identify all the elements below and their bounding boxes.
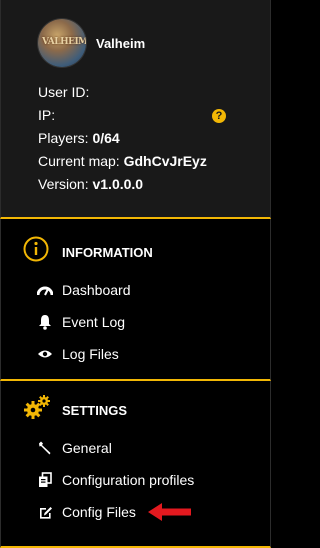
nav-config-files[interactable]: Config Files: [37, 502, 136, 522]
nav-log-files[interactable]: Log Files: [37, 344, 119, 364]
nav-configuration-profiles-label: Configuration profiles: [62, 472, 195, 488]
nav-dashboard[interactable]: Dashboard: [37, 280, 131, 300]
server-logo: VALHEIM: [42, 37, 86, 47]
ip-label: IP:: [38, 107, 56, 123]
nav-dashboard-label: Dashboard: [62, 282, 131, 298]
current-map-label: Current map:: [38, 153, 120, 169]
gauge-icon: [37, 282, 53, 298]
settings-header: [23, 394, 51, 425]
nav-general[interactable]: General: [37, 438, 112, 458]
eye-icon: [37, 346, 53, 362]
wrench-icon: [37, 440, 53, 456]
help-icon[interactable]: ?: [212, 109, 226, 123]
info-circle-icon: [23, 236, 49, 267]
version-value: v1.0.0.0: [92, 176, 144, 192]
players-row: Players: 0/64: [38, 130, 120, 146]
settings-section: SETTINGS General Configuration profiles: [0, 381, 271, 548]
version-label: Version:: [38, 176, 89, 192]
information-title: INFORMATION: [62, 245, 153, 260]
information-header: [23, 236, 49, 267]
players-value: 0/64: [92, 130, 120, 146]
nav-configuration-profiles[interactable]: Configuration profiles: [37, 470, 194, 490]
nav-event-log[interactable]: Event Log: [37, 312, 125, 332]
ip-row: IP:: [38, 107, 55, 123]
nav-general-label: General: [62, 440, 112, 456]
copy-icon: [37, 472, 53, 488]
settings-title: SETTINGS: [62, 403, 128, 418]
side-panel: VALHEIM Valheim User ID: IP: ? Players: …: [0, 0, 273, 548]
user-id-row: User ID:: [38, 84, 89, 100]
annotation-arrow-icon: [148, 503, 191, 521]
information-section: INFORMATION Dashboard Event Log Log File…: [0, 219, 271, 381]
bell-icon: [37, 314, 53, 330]
version-row: Version: v1.0.0.0: [38, 176, 143, 192]
nav-config-files-label: Config Files: [62, 504, 136, 520]
edit-icon: [37, 504, 53, 520]
current-map-value: GdhCvJrEyz: [123, 153, 207, 169]
server-card: VALHEIM Valheim User ID: IP: ? Players: …: [0, 0, 271, 219]
players-label: Players:: [38, 130, 89, 146]
current-map-row: Current map: GdhCvJrEyz: [38, 153, 207, 169]
nav-event-log-label: Event Log: [62, 314, 126, 330]
server-name: Valheim: [96, 36, 146, 51]
server-avatar: VALHEIM: [38, 19, 86, 67]
cogs-icon: [23, 394, 51, 425]
nav-log-files-label: Log Files: [62, 346, 119, 362]
user-id-label: User ID:: [38, 84, 90, 100]
